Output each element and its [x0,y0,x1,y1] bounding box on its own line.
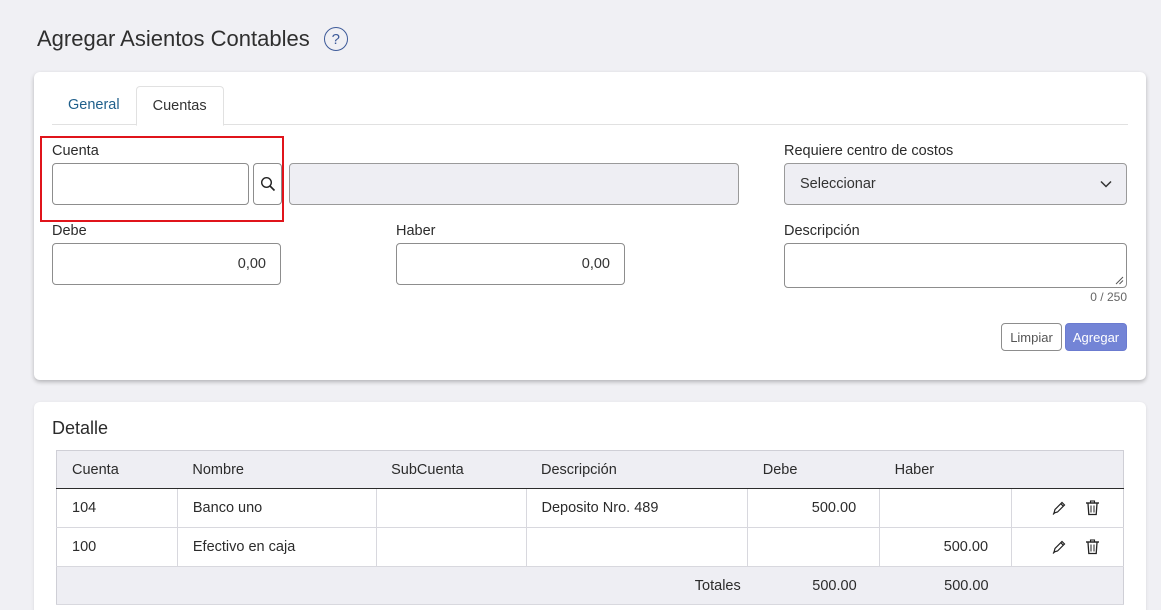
cell-cuenta: 104 [56,488,178,528]
cell-descripcion [526,527,749,567]
clear-button[interactable]: Limpiar [1001,323,1062,351]
descripcion-textarea[interactable] [784,243,1127,288]
column-header-subcuenta: SubCuenta [376,450,527,489]
debe-input[interactable] [52,243,281,285]
pencil-icon[interactable] [1051,539,1067,555]
entry-form-card: General Cuentas Cuenta Requiere centro d… [34,72,1146,380]
tab-cuentas[interactable]: Cuentas [135,86,224,126]
cuenta-label: Cuenta [52,143,99,159]
cell-nombre: Banco uno [177,488,377,528]
search-icon [260,176,275,192]
table-header-row: Cuenta Nombre SubCuenta Descripción Debe… [56,450,1124,489]
cell-cuenta: 100 [56,527,178,567]
haber-label: Haber [396,223,436,239]
column-header-haber: Haber [879,450,1012,489]
debe-label: Debe [52,223,87,239]
requiere-centro-costos-label: Requiere centro de costos [784,143,954,159]
detail-card: Detalle Cuenta Nombre SubCuenta Descripc… [34,402,1146,610]
add-button[interactable]: Agregar [1065,323,1127,351]
totals-row: Totales 500.00 500.00 [56,566,1124,605]
question-circle-icon[interactable]: ? [323,27,348,51]
cell-actions [1011,527,1124,567]
column-header-nombre: Nombre [177,450,377,489]
table-row: 104 Banco uno Deposito Nro. 489 500.00 [56,488,1124,528]
page-title: Agregar Asientos Contables [37,26,310,51]
column-header-cuenta: Cuenta [56,450,178,489]
trash-icon[interactable] [1085,500,1100,516]
select-value: Seleccionar [800,176,876,192]
cell-haber: 500.00 [879,527,1013,567]
trash-icon[interactable] [1085,539,1100,555]
page-header: Agregar Asientos Contables ? [37,26,348,52]
column-header-descripcion: Descripción [526,450,748,489]
cell-descripcion: Deposito Nro. 489 [526,488,749,528]
requiere-centro-costos-select[interactable]: Seleccionar [784,163,1127,205]
haber-input[interactable] [396,243,625,285]
totals-debe: 500.00 [747,566,880,605]
cuenta-nombre-field [289,163,739,205]
cell-nombre: Efectivo en caja [177,527,377,567]
descripcion-char-counter: 0 / 250 [1090,290,1127,304]
column-header-debe: Debe [747,450,880,489]
descripcion-label: Descripción [784,223,860,239]
cell-actions [1011,488,1124,528]
chevron-down-icon [1100,180,1112,188]
cuenta-input[interactable] [52,163,249,205]
resize-grip-icon[interactable] [1115,276,1124,285]
totals-haber: 500.00 [879,566,1012,605]
cell-debe: 500.00 [747,488,881,528]
totals-label: Totales [526,566,748,605]
tab-bar: General Cuentas [52,86,1128,126]
pencil-icon[interactable] [1051,500,1067,516]
cuenta-search-button[interactable] [253,163,282,205]
detail-table: Cuenta Nombre SubCuenta Descripción Debe… [56,450,1124,605]
detail-title: Detalle [52,418,109,438]
column-header-actions [1011,450,1124,489]
cell-haber [879,488,1013,528]
table-row: 100 Efectivo en caja 500.00 [56,527,1124,567]
cell-subcuenta [376,527,527,567]
cell-subcuenta [376,488,527,528]
tab-general[interactable]: General [52,86,136,125]
cell-debe [747,527,881,567]
